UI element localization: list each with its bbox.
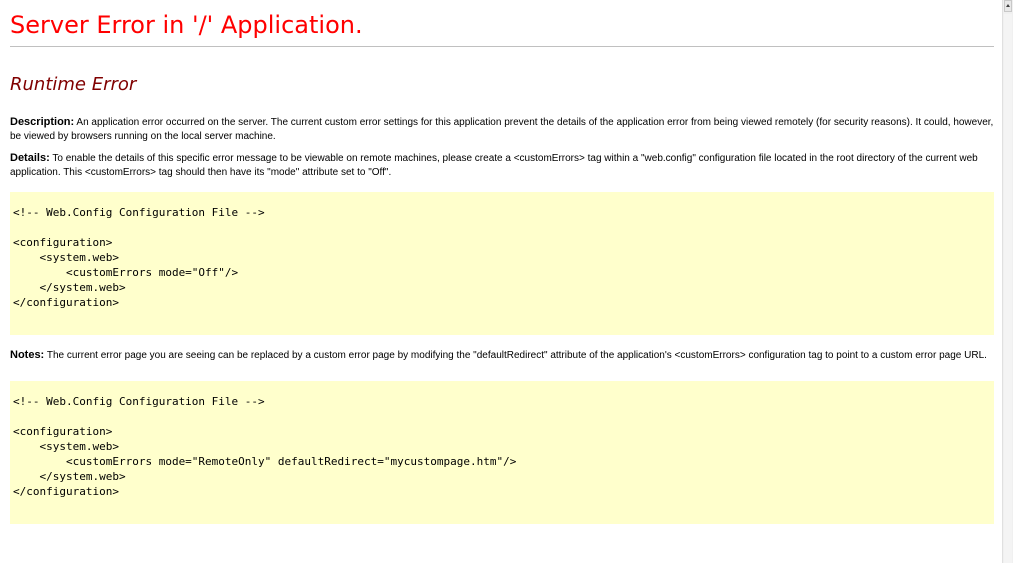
notes-text: The current error page you are seeing ca… [44, 350, 987, 361]
notes-label: Notes: [10, 349, 45, 361]
vertical-scrollbar[interactable] [1002, 0, 1013, 563]
error-type-heading: Runtime Error [10, 74, 137, 95]
page-title: Server Error in '/' Application. [10, 11, 363, 39]
code-line: <system.web> [13, 440, 119, 453]
code-line: </configuration> [13, 485, 119, 498]
code-line: <customErrors mode="Off"/> [13, 266, 239, 279]
notes-paragraph: Notes: The current error page you are se… [10, 348, 994, 363]
description-label: Description: [10, 116, 75, 128]
code-line: </system.web> [13, 470, 126, 483]
code-line: <system.web> [13, 251, 119, 264]
details-paragraph: Details: To enable the details of this s… [10, 151, 994, 180]
code-line: <configuration> [13, 236, 113, 249]
error-page: Server Error in '/' Application. Runtime… [0, 0, 1013, 563]
code-line: <configuration> [13, 425, 113, 438]
code-line: </configuration> [13, 296, 119, 309]
code-sample-off: <!-- Web.Config Configuration File --> <c… [10, 192, 994, 335]
scrollbar-track[interactable] [1004, 14, 1012, 563]
details-label: Details: [10, 152, 50, 164]
code-line: </system.web> [13, 281, 126, 294]
page-content: Server Error in '/' Application. Runtime… [10, 0, 994, 524]
code-line: <customErrors mode="RemoteOnly" defaultR… [13, 455, 517, 468]
details-text: To enable the details of this specific e… [10, 153, 978, 178]
code-comment: <!-- Web.Config Configuration File --> [13, 395, 265, 408]
description-text: An application error occurred on the ser… [10, 117, 994, 142]
code-sample-remoteonly: <!-- Web.Config Configuration File --> <c… [10, 381, 994, 524]
code-comment: <!-- Web.Config Configuration File --> [13, 206, 265, 219]
chevron-up-icon[interactable] [1004, 0, 1012, 12]
description-paragraph: Description: An application error occurr… [10, 115, 994, 144]
